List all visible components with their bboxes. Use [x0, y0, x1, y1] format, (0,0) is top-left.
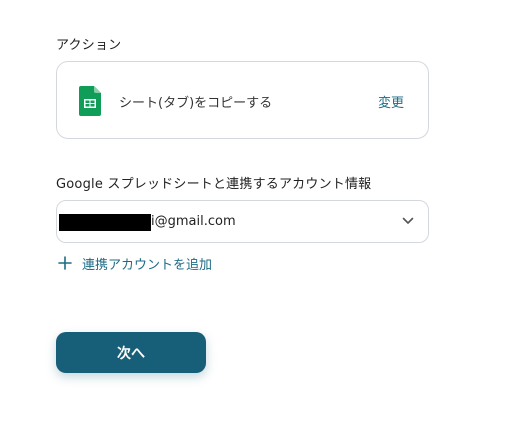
google-sheets-icon	[79, 86, 101, 116]
account-section-label: Google スプレッドシートと連携するアカウント情報	[56, 177, 372, 192]
add-account-link[interactable]: 連携アカウントを追加	[58, 253, 212, 273]
plus-icon	[58, 256, 72, 270]
change-action-link[interactable]: 変更	[378, 92, 404, 111]
selected-account-email: i@gmail.com	[151, 214, 236, 229]
next-button[interactable]: 次へ	[56, 332, 206, 373]
chevron-down-icon[interactable]	[402, 217, 414, 225]
redaction-bar	[59, 214, 151, 231]
action-section-label: アクション	[56, 38, 122, 53]
account-select[interactable]: i@gmail.com	[56, 200, 429, 243]
action-name: シート(タブ)をコピーする	[119, 96, 273, 111]
add-account-label: 連携アカウントを追加	[82, 257, 213, 273]
action-card: シート(タブ)をコピーする 変更	[56, 61, 429, 139]
